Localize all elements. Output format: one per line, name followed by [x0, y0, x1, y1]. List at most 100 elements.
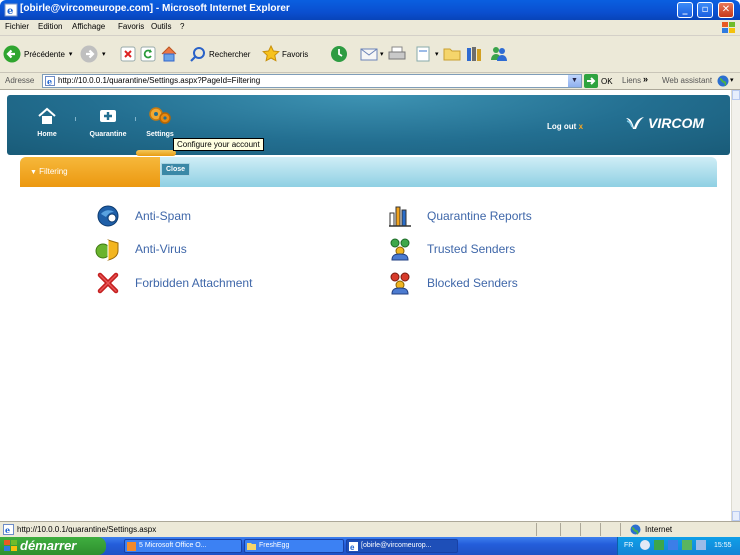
edit-button[interactable]: ▾ — [415, 44, 439, 64]
menu-bar: Fichier Edition Affichage Favoris Outils… — [0, 20, 740, 36]
scroll-down-icon[interactable] — [732, 511, 740, 521]
option-trusted-senders[interactable]: Trusted Senders — [386, 236, 515, 262]
scroll-up-icon[interactable] — [732, 90, 740, 100]
back-label: Précédente — [24, 49, 65, 59]
option-quarantine-reports-label: Quarantine Reports — [427, 209, 532, 223]
taskbar-item-office[interactable]: 5 Microsoft Office O... — [124, 539, 242, 553]
folder-icon — [443, 48, 461, 61]
go-label: OK — [601, 76, 613, 86]
zone-label: Internet — [645, 525, 673, 534]
internet-zone-icon — [630, 524, 641, 535]
links-label[interactable]: Liens — [622, 76, 641, 85]
search-icon — [190, 47, 205, 62]
windows-logo-icon — [722, 22, 735, 33]
window-close-button[interactable]: ✕ — [718, 2, 734, 18]
taskbar-item-ie[interactable]: e [obirle@vircomeurop... — [346, 539, 458, 553]
forward-button[interactable]: ▾ — [80, 44, 106, 64]
nav-settings[interactable]: Settings — [140, 105, 180, 138]
go-button[interactable]: OK — [584, 74, 613, 88]
mail-icon — [360, 48, 378, 61]
logout-button[interactable]: Log out x — [547, 122, 583, 131]
status-pane — [560, 523, 561, 536]
print-icon — [388, 46, 406, 60]
back-arrow-icon — [3, 45, 21, 63]
option-blocked-senders-label: Blocked Senders — [427, 276, 518, 290]
tab-filtering[interactable]: ▼ Filtering — [20, 157, 160, 187]
vertical-scrollbar[interactable] — [731, 90, 740, 521]
menu-item-affichage[interactable]: Affichage — [72, 22, 105, 31]
nav-home[interactable]: Home — [27, 105, 67, 138]
option-forbidden-attachment[interactable]: Forbidden Attachment — [94, 270, 252, 296]
vircom-logo-text: VIRCOM — [648, 115, 704, 131]
tray-security-icon[interactable] — [682, 540, 692, 550]
tray-help-icon[interactable] — [640, 540, 650, 550]
taskbar-item-freshegg[interactable]: FreshEgg — [244, 539, 344, 553]
menu-item-outils[interactable]: Outils — [151, 22, 171, 31]
home-icon — [38, 107, 56, 124]
taskbar-item-office-label: 5 Microsoft Office O... — [139, 542, 207, 549]
option-anti-spam[interactable]: Anti-Spam — [94, 203, 191, 229]
maximize-button[interactable]: ▫ — [697, 2, 713, 18]
minimize-button[interactable]: _ — [677, 2, 693, 18]
anti-virus-icon — [95, 239, 119, 261]
tray-clock: 15:55 — [714, 542, 732, 549]
address-dropdown-icon[interactable]: ▼ — [568, 75, 581, 87]
back-dropdown-icon[interactable]: ▾ — [69, 50, 73, 58]
address-input[interactable]: e http://10.0.0.1/quarantine/Settings.as… — [42, 74, 582, 88]
taskbar-item-ie-label: [obirle@vircomeurop... — [361, 542, 432, 549]
quarantine-icon — [100, 110, 116, 122]
history-button[interactable] — [330, 44, 348, 64]
ie-page-icon: e — [4, 3, 18, 17]
close-button[interactable]: Close — [161, 163, 191, 176]
tray-app-icon[interactable] — [668, 540, 678, 550]
mail-button[interactable]: ▾ — [360, 44, 384, 64]
option-trusted-senders-label: Trusted Senders — [427, 242, 516, 256]
globe-icon[interactable] — [717, 75, 729, 87]
blocked-senders-icon — [390, 272, 410, 295]
favorites-button[interactable]: Favoris — [262, 44, 308, 64]
forward-dropdown-icon[interactable]: ▾ — [102, 50, 106, 58]
print-button[interactable] — [388, 44, 406, 64]
trusted-senders-icon — [390, 238, 410, 261]
go-arrow-icon — [584, 74, 598, 88]
folder-button[interactable] — [443, 44, 461, 64]
logout-label: Log out — [547, 122, 577, 131]
research-button[interactable] — [465, 44, 483, 64]
option-quarantine-reports[interactable]: Quarantine Reports — [386, 203, 532, 229]
menu-item-edition[interactable]: Edition — [38, 22, 62, 31]
page-viewport: Home Quarantine Settings Log out x VIRCO… — [0, 90, 731, 521]
nav-separator — [135, 117, 136, 121]
system-tray: FR 15:55 — [617, 537, 740, 555]
status-pane — [600, 523, 601, 536]
menu-item-fichier[interactable]: Fichier — [5, 22, 29, 31]
edit-dropdown-icon[interactable]: ▾ — [435, 50, 439, 58]
search-button[interactable]: Rechercher — [190, 44, 250, 64]
security-zone: Internet — [630, 524, 672, 535]
menu-item-help[interactable]: ? — [180, 22, 184, 31]
favorites-label: Favoris — [282, 49, 309, 59]
settings-tooltip: Configure your account — [173, 138, 264, 151]
tray-volume-icon[interactable] — [696, 540, 706, 550]
option-blocked-senders[interactable]: Blocked Senders — [386, 270, 518, 296]
option-forbidden-attachment-label: Forbidden Attachment — [135, 276, 253, 290]
web-assistant-label[interactable]: Web assistant — [662, 76, 712, 85]
window-title-bar[interactable]: e [obirle@vircomeurope.com] - Microsoft … — [0, 0, 740, 20]
links-chevron-icon[interactable]: » — [643, 74, 648, 84]
tray-network-icon[interactable] — [654, 540, 664, 550]
svg-text:e: e — [5, 525, 10, 535]
svg-text:e: e — [7, 6, 13, 17]
refresh-button[interactable] — [140, 44, 156, 64]
web-assistant-dropdown-icon[interactable]: ▾ — [730, 76, 734, 84]
stop-button[interactable] — [120, 44, 136, 64]
nav-quarantine[interactable]: Quarantine — [83, 105, 133, 138]
menu-item-favoris[interactable]: Favoris — [118, 22, 144, 31]
option-anti-virus[interactable]: Anti-Virus — [94, 236, 187, 262]
app-header: Home Quarantine Settings Log out x VIRCO… — [7, 95, 730, 155]
mail-dropdown-icon[interactable]: ▾ — [380, 50, 384, 58]
messenger-button[interactable] — [490, 44, 508, 64]
home-page-button[interactable] — [160, 44, 178, 64]
start-button[interactable]: démarrer — [0, 537, 106, 555]
back-button[interactable]: Précédente ▾ — [3, 44, 72, 64]
bar-chart-icon — [389, 206, 411, 227]
tray-language[interactable]: FR — [624, 542, 633, 549]
